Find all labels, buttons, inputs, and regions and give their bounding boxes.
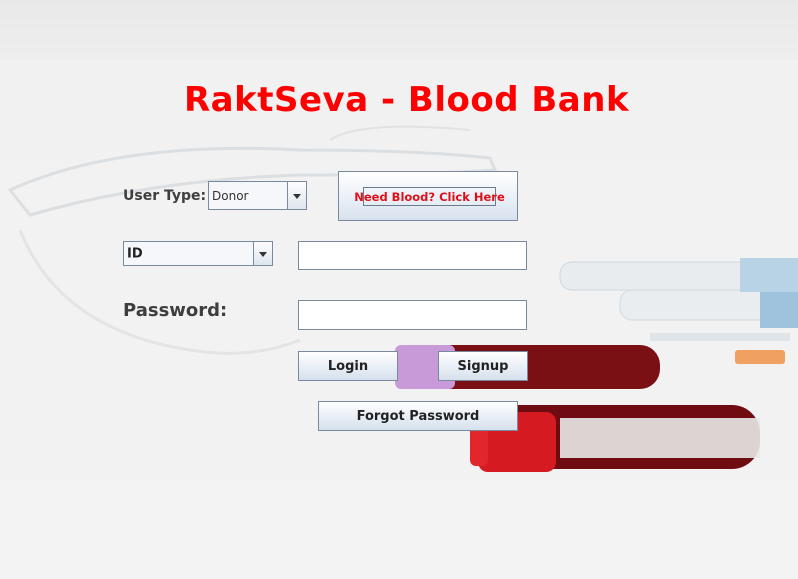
signup-button[interactable]: Signup (438, 351, 528, 381)
id-input[interactable] (298, 241, 527, 270)
user-type-value: Donor (212, 188, 249, 203)
login-button[interactable]: Login (298, 351, 398, 381)
id-type-value: ID (127, 246, 143, 261)
user-type-select[interactable]: Donor (208, 181, 307, 210)
chevron-down-icon[interactable] (253, 242, 272, 265)
password-label: Password: (123, 300, 228, 321)
app-title: RaktSeva - Blood Bank (184, 80, 630, 120)
user-type-label: User Type: (123, 188, 207, 204)
need-blood-label: Need Blood? Click Here (354, 187, 505, 206)
password-input[interactable] (298, 300, 527, 330)
forgot-password-button[interactable]: Forgot Password (318, 401, 518, 431)
id-type-select[interactable]: ID (123, 241, 273, 266)
chevron-down-icon[interactable] (287, 182, 306, 209)
need-blood-button[interactable]: Need Blood? Click Here (338, 171, 518, 221)
